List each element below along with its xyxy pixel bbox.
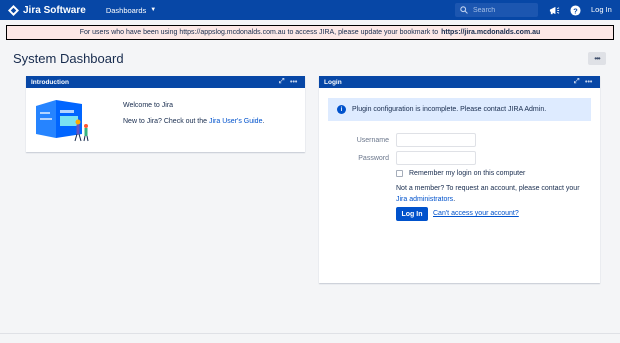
- introduction-gadget: Introduction ⤢ ••• Welcome to Jira New t…: [26, 76, 305, 152]
- search-icon: [460, 6, 468, 14]
- welcome-illustration-icon: [36, 100, 89, 142]
- top-navigation: Jira Software Dashboards ▼ ? Log In: [0, 0, 620, 20]
- svg-text:?: ?: [573, 6, 578, 15]
- search-input[interactable]: [473, 6, 533, 14]
- username-field[interactable]: [396, 133, 476, 147]
- banner-url: https://jira.mcdonalds.com.au: [441, 29, 541, 36]
- intro-guide-line: New to Jira? Check out the Jira User's G…: [123, 118, 264, 125]
- help-icon[interactable]: ?: [569, 4, 581, 16]
- product-name: Jira Software: [23, 4, 86, 16]
- request-account-text: Not a member? To request an account, ple…: [396, 183, 596, 205]
- cant-access-link[interactable]: Can't access your account?: [433, 210, 519, 217]
- remember-checkbox[interactable]: [396, 170, 403, 177]
- footer-divider: [0, 333, 620, 334]
- info-text: Plugin configuration is incomplete. Plea…: [352, 106, 547, 113]
- expand-icon[interactable]: ⤢: [574, 76, 580, 88]
- remember-me[interactable]: Remember my login on this computer: [396, 170, 525, 177]
- remember-label: Remember my login on this computer: [409, 170, 526, 177]
- intro-guide-suffix: .: [262, 118, 265, 125]
- intro-guide-prefix: New to Jira? Check out the: [123, 118, 208, 125]
- login-gadget: Login ⤢ ••• i Plugin configuration is in…: [319, 76, 600, 283]
- password-field[interactable]: [396, 151, 476, 165]
- welcome-text: Welcome to Jira: [123, 102, 174, 109]
- dashboards-menu[interactable]: Dashboards ▼: [106, 6, 156, 15]
- member-text: Not a member? To request an account, ple…: [396, 185, 580, 192]
- banner-message: For users who have been using https://ap…: [79, 29, 439, 36]
- plugin-info-message: i Plugin configuration is incomplete. Pl…: [328, 98, 591, 121]
- user-guide-link[interactable]: Jira User's Guide: [209, 118, 262, 125]
- megaphone-icon[interactable]: [548, 4, 560, 16]
- jira-logo-icon: [8, 4, 19, 16]
- login-button[interactable]: Log In: [396, 207, 428, 221]
- bookmark-banner: For users who have been using https://ap…: [6, 25, 614, 40]
- dashboard-more-button[interactable]: •••: [588, 52, 606, 65]
- password-label: Password: [358, 155, 389, 162]
- gadget-menu-icon[interactable]: •••: [290, 76, 297, 88]
- expand-icon[interactable]: ⤢: [279, 76, 285, 88]
- chevron-down-icon: ▼: [150, 7, 157, 13]
- gadget-menu-icon[interactable]: •••: [585, 76, 592, 88]
- dashboards-label: Dashboards: [105, 5, 147, 15]
- jira-administrators-link[interactable]: Jira administrators: [396, 196, 453, 203]
- login-gadget-header: Login ⤢ •••: [319, 76, 600, 88]
- nav-login-link[interactable]: Log In: [591, 5, 612, 14]
- introduction-title: Introduction: [31, 78, 69, 86]
- introduction-gadget-header: Introduction ⤢ •••: [26, 76, 305, 88]
- login-title: Login: [324, 78, 342, 86]
- member-suffix: .: [453, 196, 456, 203]
- search-box[interactable]: [455, 3, 538, 17]
- username-label: Username: [356, 137, 389, 144]
- info-icon: i: [337, 105, 346, 114]
- jira-logo[interactable]: Jira Software: [8, 4, 86, 16]
- page-title: System Dashboard: [13, 51, 124, 66]
